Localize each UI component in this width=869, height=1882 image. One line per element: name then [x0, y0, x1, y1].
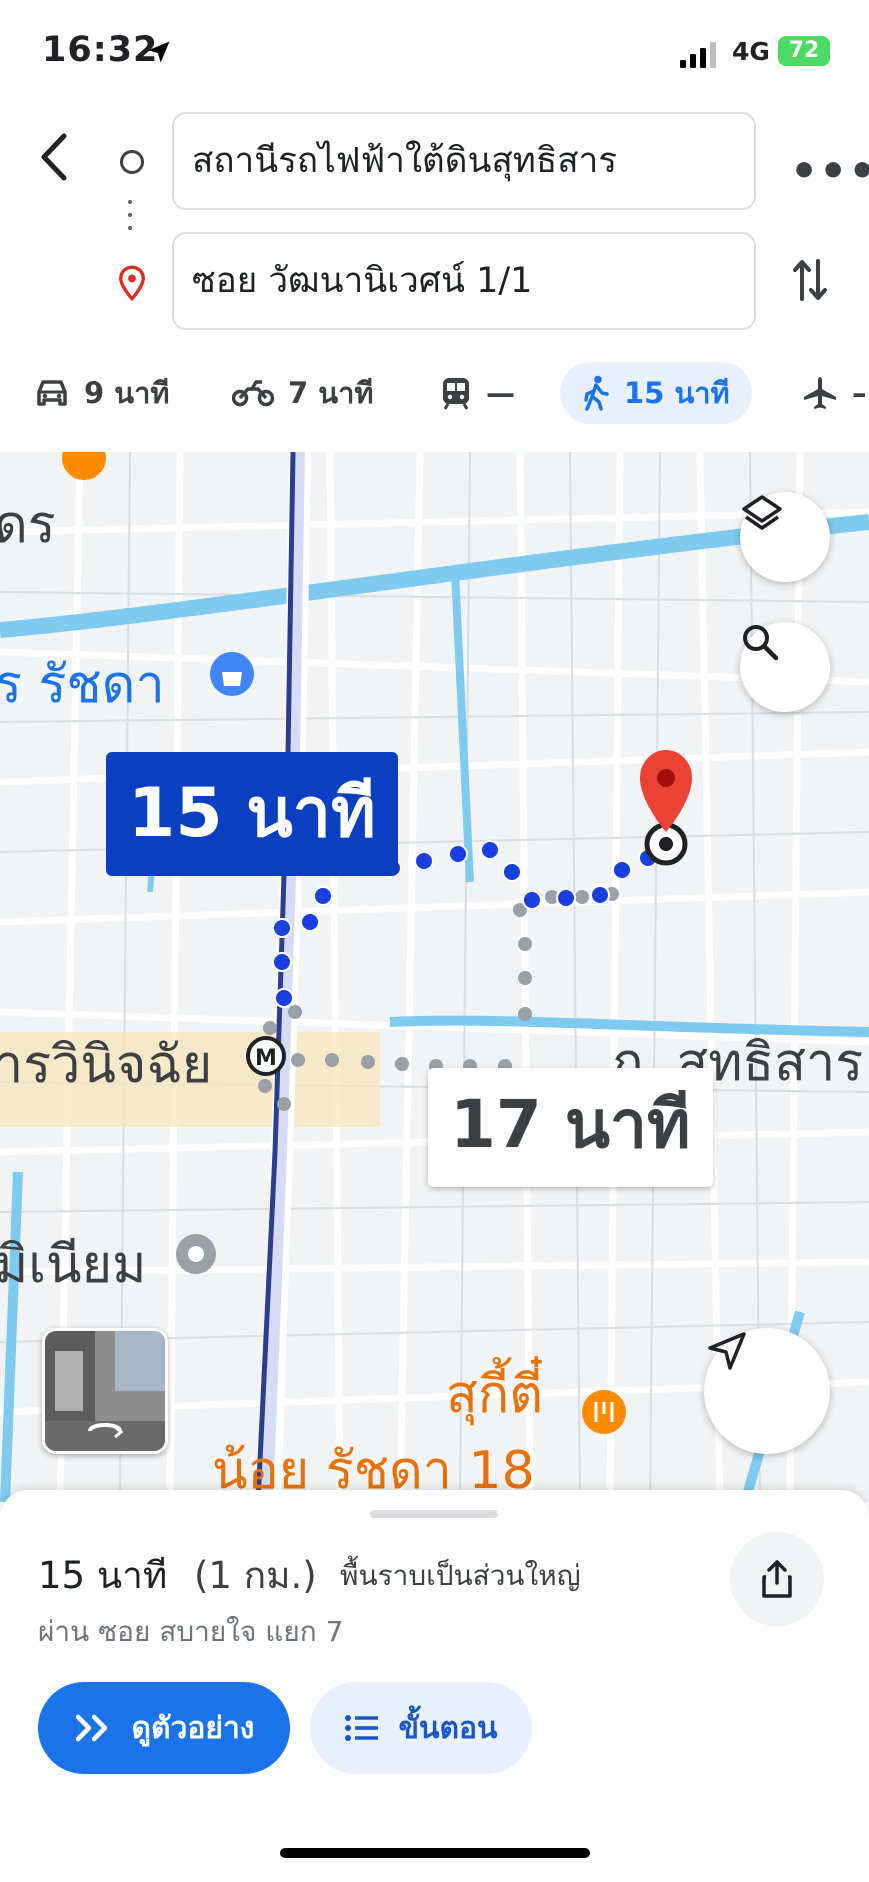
more-options-icon[interactable]: •••: [790, 146, 869, 197]
route-connector-dots: [128, 200, 132, 239]
preview-button-label: ดูตัวอย่าง: [131, 1710, 255, 1746]
map-label-area: ดร: [0, 495, 56, 555]
origin-input[interactable]: สถานีรถไฟฟ้าใต้ดินสุทธิสาร: [172, 112, 756, 210]
list-icon: [345, 1715, 379, 1741]
origin-circle-icon: [120, 150, 144, 174]
route-duration-primary[interactable]: 15 นาที: [106, 752, 398, 876]
map-label-millennium: มิเนียม: [0, 1235, 147, 1295]
walk-icon: [584, 375, 609, 411]
map-view[interactable]: M ดร ร รัชดา ารวินิจฉัย ถ. สุทธิสาร มิเน…: [0, 452, 869, 1502]
steps-button[interactable]: ขั้นตอน: [310, 1682, 532, 1774]
map-label-station: ารวินิจฉัย: [0, 1035, 213, 1095]
route-duration-alternate[interactable]: 17 นาที: [428, 1068, 713, 1187]
mode-flight-label: –: [852, 376, 867, 410]
destination-pin-icon: [119, 265, 145, 301]
travel-mode-tabs: 9 นาที 7 นาที — 15 นาที –: [0, 362, 869, 452]
layers-button[interactable]: [740, 492, 830, 582]
mode-flight[interactable]: –: [802, 362, 867, 424]
motorcycle-icon: [232, 380, 274, 407]
mode-walking[interactable]: 15 นาที: [560, 362, 752, 424]
mode-driving-label: 9 นาที: [84, 376, 170, 410]
mode-transit-label: —: [486, 376, 515, 410]
back-arrow-icon[interactable]: [36, 130, 76, 184]
sheet-drag-handle[interactable]: [370, 1510, 498, 1518]
destination-input[interactable]: ซอย วัฒนานิเวศน์ 1/1: [172, 232, 756, 330]
transit-icon: [443, 378, 469, 410]
summary-terrain: พื้นราบเป็นส่วนใหญ่: [340, 1559, 581, 1592]
mode-motorcycle-label: 7 นาที: [288, 376, 374, 410]
share-button[interactable]: [730, 1532, 824, 1626]
battery-indicator: 72: [778, 36, 830, 66]
network-type: 4G: [732, 37, 770, 66]
search-icon: [743, 625, 779, 661]
navigation-arrow-icon: [708, 1332, 746, 1370]
car-icon: [37, 380, 67, 406]
street-view-image: [45, 1331, 165, 1451]
double-chevron-icon: [75, 1714, 107, 1742]
steps-button-label: ขั้นตอน: [398, 1710, 498, 1746]
mode-driving[interactable]: 9 นาที: [34, 362, 170, 424]
swap-icon[interactable]: [792, 255, 828, 305]
summary-via-route: ผ่าน ซอย สบายใจ แยก 7: [38, 1615, 344, 1648]
flight-icon: [804, 377, 836, 409]
search-map-button[interactable]: [740, 622, 830, 712]
street-view-thumbnail[interactable]: [42, 1328, 168, 1454]
home-indicator[interactable]: [280, 1848, 590, 1858]
mode-transit[interactable]: —: [440, 362, 515, 424]
mode-motorcycle[interactable]: 7 นาที: [232, 362, 374, 424]
map-label-suki: สุกี้ตี๋: [446, 1365, 543, 1425]
share-icon: [762, 1560, 792, 1598]
summary-distance: (1 กม.): [194, 1554, 317, 1597]
summary-duration: 15 นาที: [38, 1554, 168, 1597]
recenter-button[interactable]: [704, 1328, 830, 1454]
map-label-ratchada: ร รัชดา: [0, 655, 165, 715]
signal-icon: [680, 42, 716, 68]
svg-text:M: M: [255, 1046, 277, 1071]
status-time: 16:32: [42, 30, 159, 70]
location-arrow-icon: [148, 41, 170, 63]
layers-icon: [742, 495, 782, 530]
preview-button[interactable]: ดูตัวอย่าง: [38, 1682, 290, 1774]
mode-walking-label: 15 นาที: [624, 376, 730, 410]
